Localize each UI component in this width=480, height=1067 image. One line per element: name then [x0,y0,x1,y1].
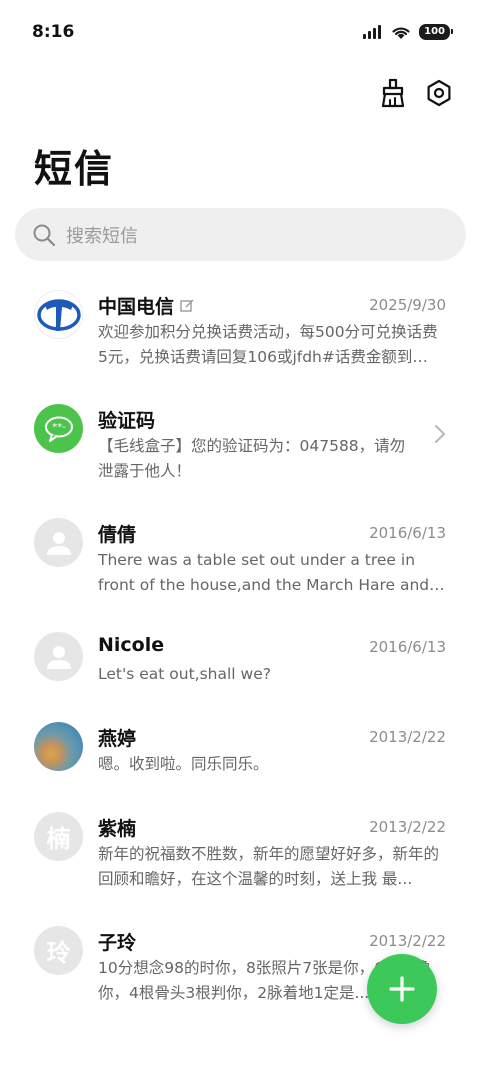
compose-button[interactable] [367,954,437,1024]
avatar-photo [34,722,83,771]
edit-icon [180,299,194,312]
avatar: 楠 [34,812,83,861]
settings-button[interactable] [424,78,454,108]
contact-name: 子玲 [98,932,137,954]
gear-icon [427,79,451,107]
search-placeholder: 搜索短信 [66,225,138,247]
contact-name: 倩倩 [98,524,137,546]
avatar: **- [34,404,83,453]
wifi-icon [392,26,410,39]
message-date: 2016/6/13 [369,524,446,542]
plus-icon [389,976,415,1002]
avatar [34,632,83,681]
conversation-item[interactable]: 倩倩 2016/6/13 There was a table set out u… [0,504,480,618]
signal-icon [363,25,382,39]
status-time: 8:16 [32,22,75,42]
contact-name: Nicole [98,634,165,656]
conversation-item[interactable]: 楠 紫楠 2013/2/22 新年的祝福数不胜数，新年的愿望好好多，新年的回顾和… [0,798,480,912]
contact-name: 紫楠 [98,818,137,840]
status-icons: 100 [363,24,453,40]
message-preview: Let's eat out,shall we? [98,665,271,683]
clean-button[interactable] [378,78,408,108]
page-title: 短信 [34,147,115,191]
chevron-right-icon [435,425,445,443]
person-icon [46,531,71,555]
contact-name-text: 中国电信 [98,296,175,318]
conversation-item[interactable]: Nicole 2016/6/13 Let's eat out,shall we? [0,618,480,708]
message-date: 2016/6/13 [369,638,446,656]
conversation-item[interactable]: **- 验证码 【毛线盒子】您的验证码为：047588，请勿泄露于他人！ [0,390,480,504]
chat-bubble-icon: **- [44,416,73,442]
person-icon [46,645,71,669]
message-date: 2025/9/30 [369,296,446,314]
conversation-list: 中国电信 2025/9/30 欢迎参加积分兑换话费活动，每500分可兑换话费5元… [0,276,480,1026]
avatar [34,290,83,339]
battery-indicator: 100 [419,24,453,40]
contact-name: 燕婷 [98,728,137,750]
brush-icon [381,78,405,108]
top-actions [378,78,454,108]
contact-name: 验证码 [98,410,156,432]
message-date: 2013/2/22 [369,932,446,950]
svg-text:**-: **- [52,422,66,433]
avatar [34,518,83,567]
search-icon [33,224,56,246]
message-preview: There was a table set out under a tree i… [98,551,430,594]
message-preview: 嗯。收到啦。同乐同乐。 [98,755,269,773]
message-preview: 欢迎参加积分兑换话费活动，每500分可兑换话费5元，兑换话费请回复106或jfd… [98,323,438,366]
conversation-item[interactable]: 燕婷 2013/2/22 嗯。收到啦。同乐同乐。 [0,708,480,798]
message-date: 2013/2/22 [369,818,446,836]
avatar: 玲 [34,926,83,975]
message-preview: 新年的祝福数不胜数，新年的愿望好好多，新年的回顾和瞻好，在这个温馨的时刻，送上我… [98,845,440,888]
search-bar[interactable]: 搜索短信 [15,208,466,261]
status-bar: 8:16 100 [0,0,480,64]
conversation-item[interactable]: 中国电信 2025/9/30 欢迎参加积分兑换话费活动，每500分可兑换话费5元… [0,276,480,390]
message-date: 2013/2/22 [369,728,446,746]
contact-name: 中国电信 [98,292,195,319]
message-preview: 【毛线盒子】您的验证码为：047588，请勿泄露于他人！ [98,437,406,480]
telecom-logo-icon [36,298,81,331]
